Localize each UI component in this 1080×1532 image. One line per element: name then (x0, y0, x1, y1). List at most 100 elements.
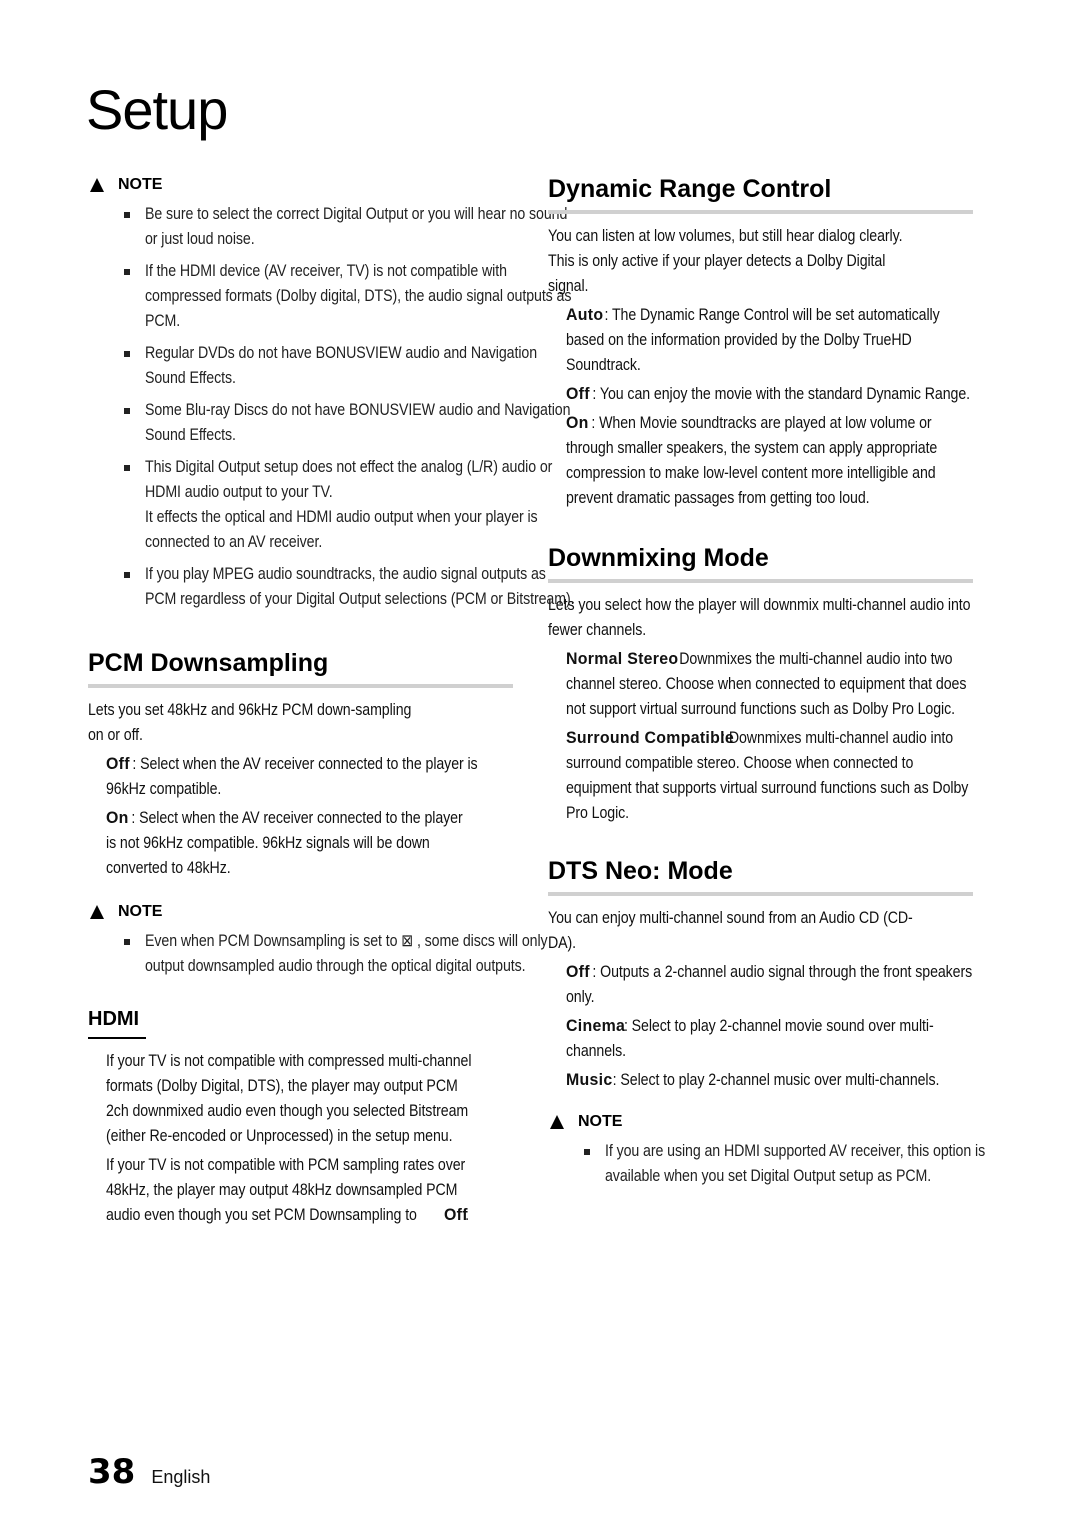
section-intro: Lets you select how the player will down… (548, 596, 971, 639)
option-description: : Select when the AV receiver connected … (106, 755, 478, 798)
option-description: : Select when the AV receiver connected … (106, 809, 463, 877)
option-label: Off (106, 755, 130, 773)
note-list: Even when PCM Downsampling is set to ⊠ ,… (88, 929, 548, 979)
section-pcm-downsampling: PCM Downsampling Lets you set 48kHz and … (88, 646, 513, 881)
option-text-wrap: Off: You can enjoy the movie with the st… (566, 382, 975, 407)
option-description: : Select to play 2-channel music over mu… (612, 1071, 940, 1089)
note-text: This Digital Output setup does not effec… (145, 458, 553, 501)
note-header: NOTE (550, 1109, 973, 1135)
note-header: NOTE (90, 172, 513, 198)
note-text: Regular DVDs do not have BONUSVIEW audio… (145, 344, 538, 387)
note-text: Be sure to select the correct Digital Ou… (145, 205, 568, 248)
note-item: Be sure to select the correct Digital Ou… (88, 202, 567, 252)
heading-rule (548, 210, 973, 214)
note-item: Some Blu-ray Discs do not have BONUSVIEW… (88, 398, 570, 448)
note-item: If you play MPEG audio soundtracks, the … (88, 562, 575, 612)
section-intro: Lets you set 48kHz and 96kHz PCM down-sa… (88, 701, 412, 744)
setting-value: Off (443, 1205, 468, 1224)
heading-rule (548, 892, 973, 896)
section-dynamic-range-control: Dynamic Range Control You can listen at … (548, 172, 973, 511)
note-text: Some Blu-ray Discs do not have BONUSVIEW… (145, 401, 571, 444)
option-on: On: When Movie soundtracks are played at… (548, 411, 973, 511)
note-text: If you are using an HDMI supported AV re… (605, 1142, 986, 1185)
option-label: Music (566, 1071, 613, 1089)
square-bullet-icon (124, 212, 130, 218)
option-label: Surround Compatible (566, 729, 734, 747)
sub-heading-rule (88, 1037, 146, 1039)
option-music: Music: Select to play 2-channel music ov… (548, 1068, 973, 1093)
section-dts-neo-mode: DTS Neo: Mode You can enjoy multi-channe… (548, 854, 973, 1093)
option-label: Off (566, 385, 590, 403)
section-downmixing-mode: Downmixing Mode Lets you select how the … (548, 541, 973, 826)
warning-triangle-icon (550, 1115, 564, 1129)
option-text-wrap: Cinema: Select to play 2-channel movie s… (566, 1014, 975, 1064)
warning-triangle-icon (90, 178, 104, 192)
right-column: Dynamic Range Control You can listen at … (548, 172, 985, 1196)
page-title: Setup (86, 78, 228, 141)
square-bullet-icon (124, 351, 130, 357)
option-text-wrap: On: When Movie soundtracks are played at… (566, 411, 975, 511)
page-number: 38 (88, 1452, 136, 1492)
paragraph-text: If your TV is not compatible with PCM sa… (106, 1155, 466, 1224)
note-label: NOTE (118, 903, 163, 920)
left-column: NOTE Be sure to select the correct Digit… (88, 172, 575, 1228)
square-bullet-icon (124, 465, 130, 471)
note-block-digital-output: NOTE Be sure to select the correct Digit… (88, 172, 575, 612)
option-text-wrap: Off: Outputs a 2-channel audio signal th… (566, 960, 975, 1010)
option-label: On (106, 809, 129, 827)
option-text-wrap: Surround Compatible: Downmixes multi-cha… (566, 726, 975, 826)
option-text-wrap: On: Select when the AV receiver connecte… (106, 806, 467, 881)
option-label: Off (566, 963, 590, 981)
option-label: Auto (566, 306, 604, 324)
option-text-wrap: Normal Stereo: Downmixes the multi-chann… (566, 647, 975, 722)
option-description: : You can enjoy the movie with the stand… (592, 385, 971, 403)
page-language: English (151, 1467, 211, 1487)
paragraph-text-wrap: If your TV is not compatible with PCM sa… (106, 1153, 476, 1228)
section-heading: DTS Neo: Mode (548, 857, 733, 885)
option-normal-stereo: Normal Stereo: Downmixes the multi-chann… (548, 647, 973, 722)
note-text: If you play MPEG audio soundtracks, the … (145, 565, 575, 608)
section-intro: This is only active if your player detec… (548, 252, 886, 295)
section-heading: Dynamic Range Control (548, 175, 832, 203)
hdmi-paragraph: If your TV is not compatible with compre… (88, 1049, 513, 1149)
option-off: Off: Outputs a 2-channel audio signal th… (548, 960, 973, 1010)
square-bullet-icon (124, 408, 130, 414)
note-item: This Digital Output setup does not effec… (88, 455, 552, 555)
note-text: Even when PCM Downsampling is set to ⊠ ,… (145, 932, 548, 975)
note-list: If you are using an HDMI supported AV re… (548, 1139, 985, 1189)
note-item: Even when PCM Downsampling is set to ⊠ ,… (88, 929, 548, 979)
note-item: If you are using an HDMI supported AV re… (548, 1139, 985, 1189)
sub-heading: HDMI (88, 1008, 140, 1030)
option-description: : The Dynamic Range Control will be set … (566, 306, 940, 374)
note-item: Regular DVDs do not have BONUSVIEW audio… (88, 341, 537, 391)
option-cinema: Cinema: Select to play 2-channel movie s… (548, 1014, 973, 1064)
warning-triangle-icon (90, 905, 104, 919)
note-item: If the HDMI device (AV receiver, TV) is … (88, 259, 571, 334)
option-auto: Auto: The Dynamic Range Control will be … (548, 303, 973, 378)
section-heading: PCM Downsampling (88, 649, 329, 677)
note-label: NOTE (118, 176, 163, 193)
page-footer: 38 English (88, 1452, 210, 1492)
hdmi-paragraph: If your TV is not compatible with PCM sa… (88, 1153, 513, 1228)
option-label: Normal Stereo (566, 650, 679, 668)
option-text-wrap: Music: Select to play 2-channel music ov… (566, 1068, 975, 1093)
square-bullet-icon (124, 269, 130, 275)
square-bullet-icon (124, 939, 130, 945)
option-description: : Outputs a 2-channel audio signal throu… (566, 963, 973, 1006)
option-label: Cinema (566, 1017, 626, 1035)
note-block-dts: NOTE If you are using an HDMI supported … (548, 1109, 985, 1189)
section-intro: You can enjoy multi-channel sound from a… (548, 909, 913, 952)
section-heading: Downmixing Mode (548, 544, 769, 572)
note-block-pcm: NOTE Even when PCM Downsampling is set t… (88, 899, 548, 979)
heading-rule (548, 579, 973, 583)
option-surround-compatible: Surround Compatible: Downmixes multi-cha… (548, 726, 973, 826)
option-off: Off: You can enjoy the movie with the st… (548, 382, 973, 407)
note-label: NOTE (578, 1113, 623, 1130)
section-hdmi: HDMI If your TV is not compatible with c… (88, 1005, 513, 1228)
square-bullet-icon (584, 1149, 590, 1155)
option-off: Off: Select when the AV receiver connect… (88, 752, 513, 802)
note-text: If the HDMI device (AV receiver, TV) is … (145, 262, 572, 330)
note-text-continued: It effects the optical and HDMI audio ou… (145, 508, 538, 551)
option-label: On (566, 414, 589, 432)
section-intro: You can listen at low volumes, but still… (548, 227, 903, 245)
